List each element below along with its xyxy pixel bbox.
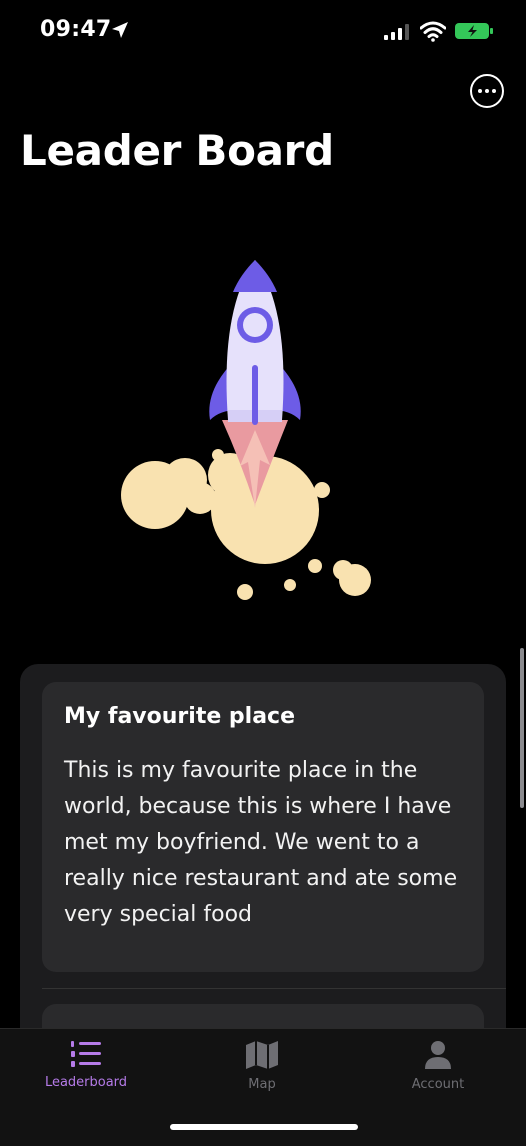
ellipsis-icon (478, 89, 482, 93)
screen: 09:47 Leader Board My favourite place Th… (0, 0, 526, 1146)
battery-charging-icon (455, 23, 493, 39)
map-icon (246, 1041, 278, 1069)
post-title: My favourite place (64, 704, 296, 729)
status-time: 09:47 (40, 17, 112, 42)
person-icon (425, 1041, 451, 1069)
list-numbered-icon (71, 1041, 101, 1067)
scroll-indicator[interactable] (520, 648, 524, 808)
more-options-button[interactable] (470, 74, 504, 108)
location-arrow-icon (112, 22, 128, 38)
tab-label-map: Map (248, 1077, 276, 1092)
tab-account[interactable]: Account (378, 1039, 498, 1109)
tab-label-leaderboard: Leaderboard (44, 1075, 128, 1090)
rocket-illustration (121, 260, 371, 600)
status-bar: 09:47 (0, 0, 526, 64)
wifi-icon (420, 21, 446, 42)
divider (42, 988, 506, 989)
post-body: This is my favourite place in the world,… (64, 758, 458, 927)
page-title: Leader Board (20, 126, 334, 175)
home-indicator[interactable] (170, 1124, 358, 1130)
cellular-signal-icon (384, 24, 409, 40)
tab-label-account: Account (411, 1077, 465, 1092)
tab-leaderboard[interactable]: Leaderboard (26, 1039, 146, 1109)
post-card[interactable]: My favourite place This is my favourite … (42, 682, 484, 972)
tab-map[interactable]: Map (202, 1039, 322, 1109)
